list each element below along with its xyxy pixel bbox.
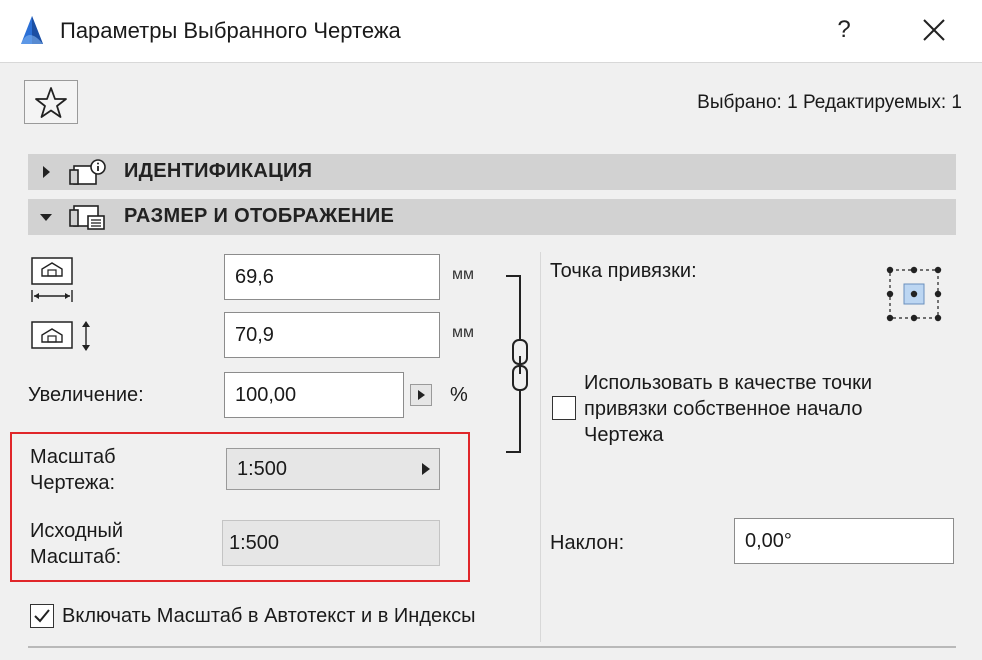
zoom-input[interactable]: 100,00	[224, 372, 404, 418]
zoom-label: Увеличение:	[28, 384, 144, 406]
use-origin-checkbox[interactable]	[552, 396, 576, 420]
checkmark-icon	[34, 609, 50, 623]
bottom-divider	[28, 646, 956, 648]
link-proportions-icon[interactable]	[500, 272, 536, 458]
triangle-right-icon	[418, 390, 425, 400]
use-origin-label-3: Чертежа	[584, 424, 664, 446]
include-scale-label: Включать Масштаб в Автотекст и в Индексы	[62, 605, 476, 627]
drawing-scale-select[interactable]: 1:500	[226, 448, 440, 490]
tilt-input[interactable]: 0,00°	[734, 518, 954, 564]
drawing-scale-label-2: Чертежа:	[30, 472, 116, 494]
width-unit: мм	[452, 266, 474, 283]
include-scale-checkbox[interactable]	[30, 604, 54, 628]
section-label: ИДЕНТИФИКАЦИЯ	[124, 160, 313, 182]
drawing-info-icon	[69, 159, 106, 185]
use-origin-label-1: Использовать в качестве точки	[584, 372, 873, 394]
chevron-down-icon	[40, 214, 52, 221]
original-scale-value: 1:500	[222, 520, 440, 566]
height-unit: мм	[452, 324, 474, 341]
width-icon	[31, 257, 73, 302]
window-title: Параметры Выбранного Чертежа	[60, 18, 401, 43]
drawing-size-icon	[69, 205, 105, 230]
drawing-scale-value: 1:500	[237, 458, 288, 480]
zoom-stepper-button[interactable]	[410, 384, 432, 406]
archicad-logo-icon	[18, 14, 46, 46]
original-scale-label-2: Масштаб:	[30, 546, 122, 568]
column-divider	[540, 252, 541, 642]
tilt-label: Наклон:	[550, 532, 625, 554]
drawing-scale-label-1: Масштаб	[30, 446, 116, 468]
height-icon	[31, 321, 90, 351]
use-origin-label-2: привязки собственное начало	[584, 398, 863, 420]
title-bar: Параметры Выбранного Чертежа ?	[0, 0, 982, 63]
star-icon	[35, 87, 67, 118]
chevron-right-icon	[43, 166, 50, 178]
help-button[interactable]: ?	[826, 12, 862, 48]
selection-info: Выбрано: 1 Редактируемых: 1	[697, 92, 962, 113]
section-identification[interactable]: ИДЕНТИФИКАЦИЯ	[28, 154, 956, 190]
section-size-display[interactable]: РАЗМЕР И ОТОБРАЖЕНИЕ	[28, 199, 956, 235]
close-icon[interactable]	[914, 12, 954, 48]
original-scale-label-1: Исходный	[30, 520, 124, 542]
width-input[interactable]: 69,6	[224, 254, 440, 300]
favorites-button[interactable]	[24, 80, 78, 124]
section-label: РАЗМЕР И ОТОБРАЖЕНИЕ	[124, 205, 395, 227]
anchor-point-grid[interactable]	[882, 264, 946, 324]
anchor-label: Точка привязки:	[550, 260, 697, 282]
height-input[interactable]: 70,9	[224, 312, 440, 358]
zoom-unit: %	[450, 384, 468, 406]
triangle-right-icon	[422, 463, 430, 475]
